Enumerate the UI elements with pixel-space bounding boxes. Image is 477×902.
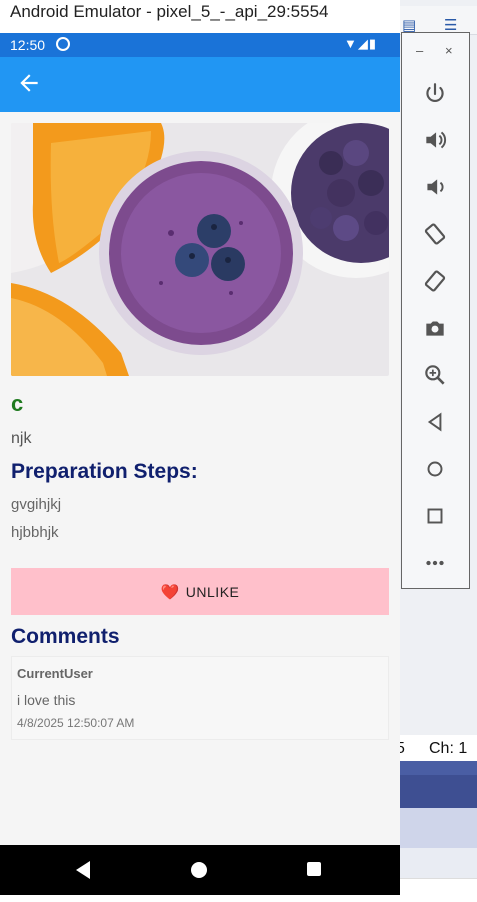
unlike-button-label: UNLIKE [185,583,240,600]
android-status-bar: 12:50 ▼◢▮ [0,33,400,57]
recipe-detail-page: c njk Preparation Steps: gvgihjkj hjbbhj… [0,112,400,845]
nav-back-icon[interactable] [76,861,90,879]
rotate-right-icon[interactable] [422,268,448,294]
android-navigation-bar [0,845,400,895]
comment-item: CurrentUser i love this 4/8/2025 12:50:0… [11,656,389,740]
emulator-toolbar: – × [401,32,470,589]
back-arrow-icon[interactable] [16,70,42,96]
volume-down-icon[interactable] [422,174,448,200]
ide-char-position: Ch: 1 [429,740,468,757]
recipe-title: c [11,391,24,416]
power-icon[interactable] [422,81,448,107]
minimize-button[interactable]: – [416,43,423,58]
more-options-icon[interactable] [422,550,448,576]
nav-recents-icon[interactable] [307,862,321,876]
heart-icon: ❤️ [160,583,180,601]
volume-up-icon[interactable] [422,127,448,153]
comment-date: 4/8/2025 12:50:07 AM [17,716,135,730]
ide-status-bar: 5 Ch: 1 [396,735,477,761]
ide-panel-stripe [400,878,477,902]
home-icon[interactable] [422,456,448,482]
comment-text: i love this [17,692,76,708]
system-status-icons: ▼◢▮ [344,36,378,51]
ide-toolbar: ▤ ☰ [400,6,477,35]
ide-panel-stripe [400,761,477,775]
cast-icon [56,37,70,51]
preparation-step: gvgihjkj [11,496,62,513]
rotate-left-icon[interactable] [422,221,448,247]
ide-panel-stripe [400,848,477,878]
back-icon[interactable] [422,409,448,435]
zoom-icon[interactable] [422,362,448,388]
status-time: 12:50 [10,37,46,53]
ide-panel-stripe [400,808,477,848]
unlike-button[interactable]: ❤️ UNLIKE [11,568,389,615]
camera-icon[interactable] [422,315,448,341]
comments-heading: Comments [11,625,120,648]
app-bar [0,57,400,112]
preparation-step: hjbbhjk [11,524,59,541]
overview-icon[interactable] [422,503,448,529]
ide-panel-stripe [400,775,477,808]
emulator-window-title: Android Emulator - pixel_5_-_api_29:5554 [0,0,400,33]
recipe-description: njk [11,430,32,447]
preparation-steps-heading: Preparation Steps: [11,460,198,483]
comment-author: CurrentUser [17,666,93,681]
recipe-image [11,123,389,376]
emulator-window-controls: – × [402,43,471,59]
close-button[interactable]: × [445,43,453,58]
nav-home-icon[interactable] [191,862,207,878]
